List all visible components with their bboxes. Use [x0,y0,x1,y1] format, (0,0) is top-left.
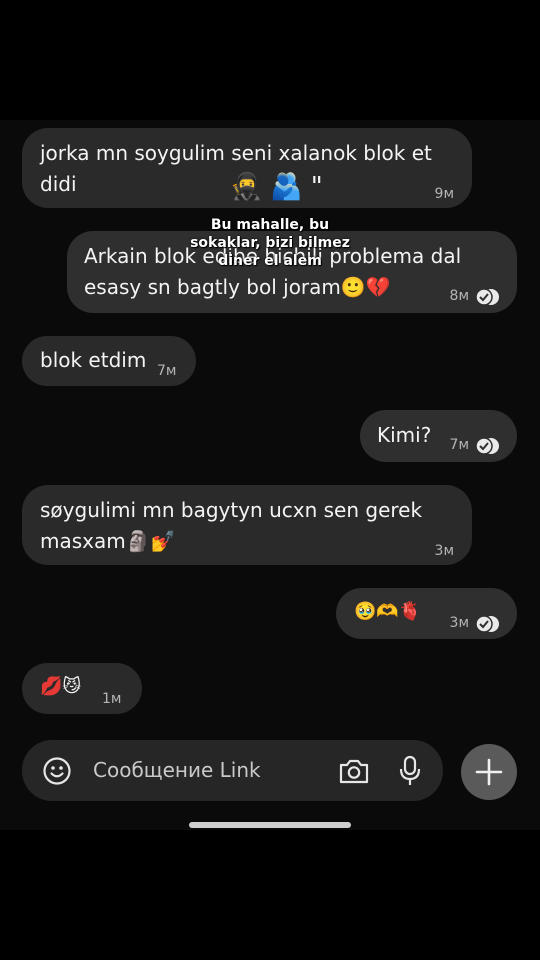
plus-icon [475,758,503,786]
sticker-caption: Bu mahalle, bu sokaklar, bizi bilmez din… [190,217,350,269]
message-text: blok etdim [40,348,147,372]
message-text: søygulimi mn bagytyn ucxn sen gerek masx… [40,498,423,553]
read-check-icon [475,287,499,306]
message-meta: 8м [450,281,501,312]
message-meta: 3м [450,608,501,639]
message-input[interactable]: Сообщение Link [93,758,261,782]
message-time: 9м [434,186,454,202]
message-bubble-incoming[interactable]: blok etdim 7м [22,336,196,386]
sticker[interactable]: 🥷🫂" Bu mahalle, bu sokaklar, bizi bilmez… [186,172,354,274]
bottom-area [0,830,540,960]
message-time: 3м [434,543,454,559]
sticker-emoji: 🥷🫂" [230,172,331,202]
microphone-icon[interactable] [398,755,422,787]
home-indicator[interactable] [189,822,351,828]
smiley-icon[interactable] [42,756,72,786]
message-text: Kimi? [377,423,432,447]
attach-button[interactable] [461,744,517,800]
message-time: 7м [449,437,469,453]
message-meta: 7м [450,430,501,461]
message-text: 🥹🫶🫀 [354,601,422,622]
read-check-icon [475,436,499,455]
read-check-icon [475,614,499,633]
message-bubble-incoming[interactable]: 💋😼 1м [22,663,142,714]
message-bubble-incoming[interactable]: søygulimi mn bagytyn ucxn sen gerek masx… [22,485,472,565]
message-time: 7м [157,363,177,379]
message-composer[interactable]: Сообщение Link [22,740,443,801]
message-time: 1м [102,691,122,707]
message-bubble-outgoing[interactable]: Kimi? 7м [360,410,517,462]
camera-icon[interactable] [338,757,370,785]
message-time: 3м [449,615,469,631]
top-area [0,0,540,120]
message-time: 8м [449,288,469,304]
message-bubble-outgoing[interactable]: 🥹🫶🫀 3м [336,588,517,639]
message-text: 💋😼 [40,676,82,697]
